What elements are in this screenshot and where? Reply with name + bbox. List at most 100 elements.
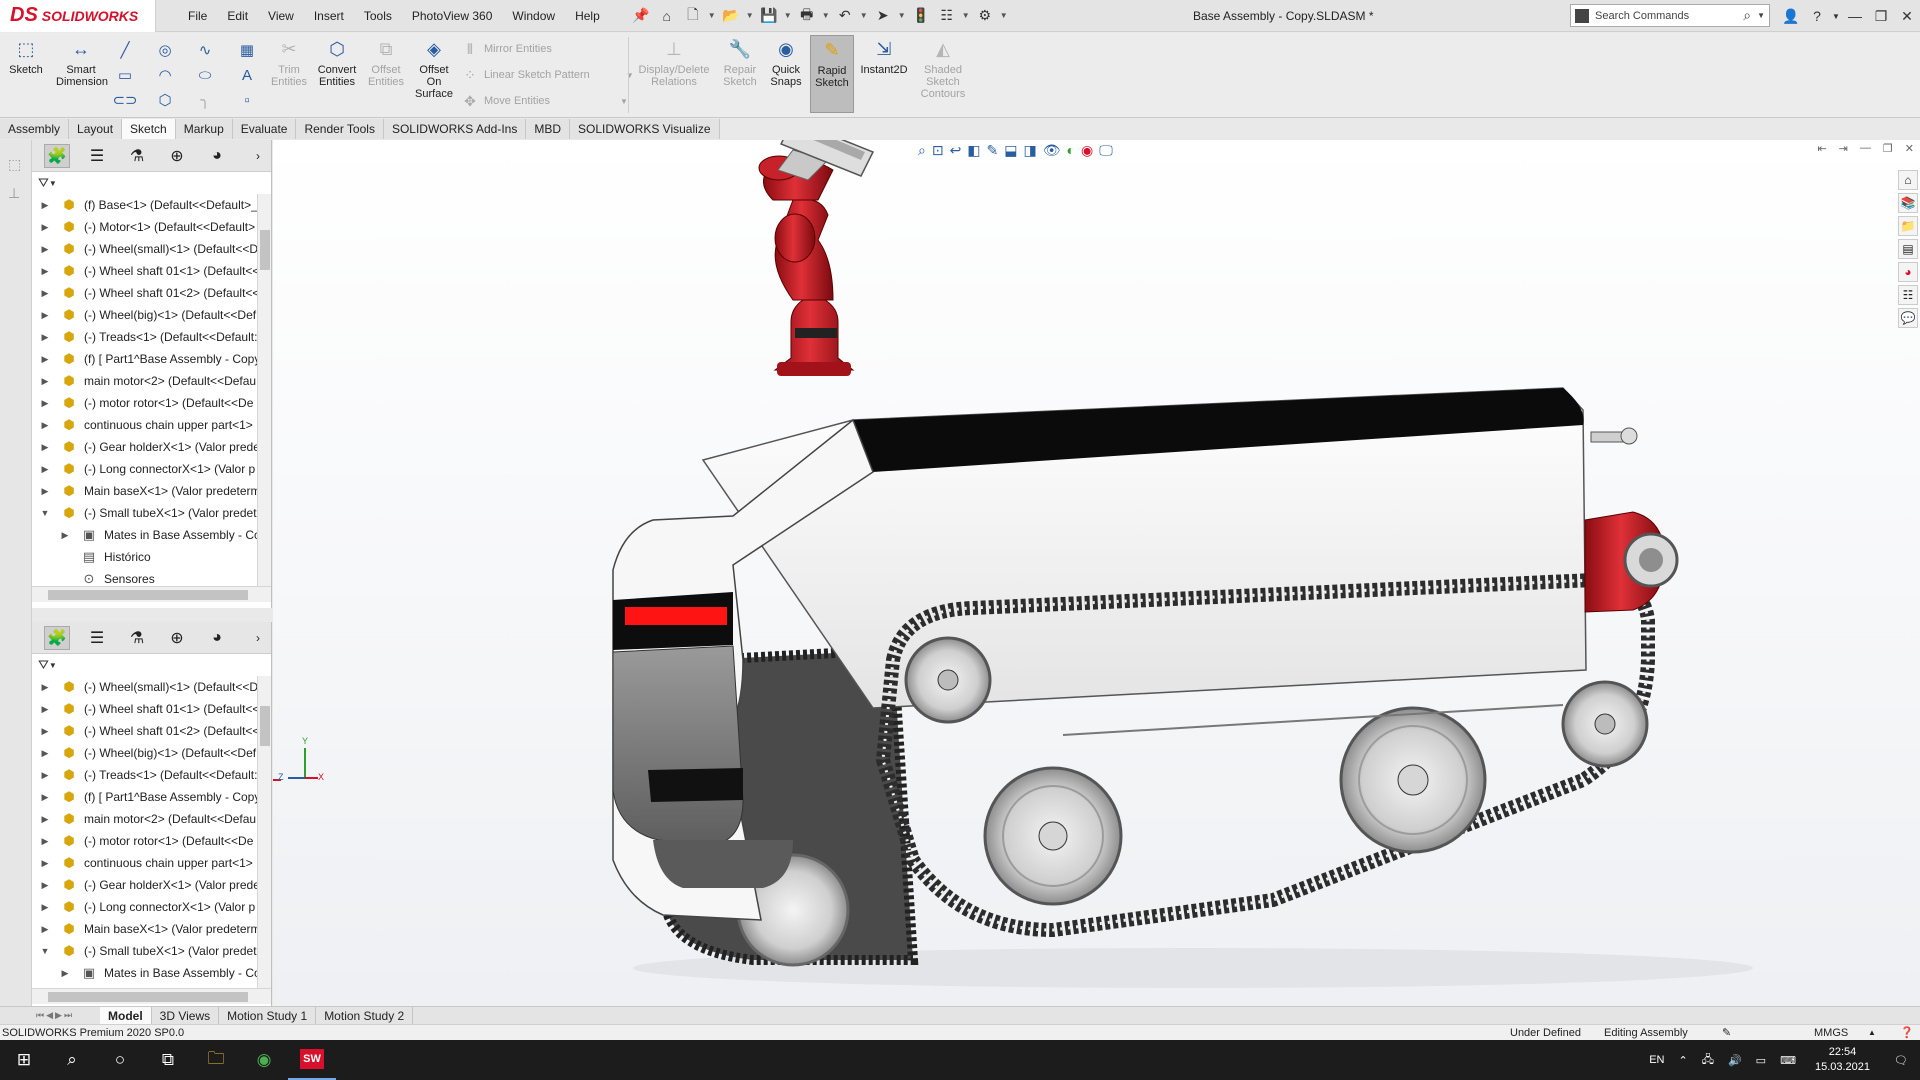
expand-arrow-icon[interactable]: ▶ bbox=[38, 858, 52, 869]
scroll-thumb[interactable] bbox=[260, 706, 270, 746]
tree-subitem[interactable]: ▤ Histórico bbox=[32, 546, 271, 568]
display-style-icon[interactable]: ◨ bbox=[1024, 142, 1037, 159]
tree-item[interactable]: ▶ ⬢ (-) Wheel shaft 01<2> (Default<< bbox=[32, 282, 271, 304]
traffic-light-icon[interactable]: 🚦 bbox=[910, 5, 932, 27]
text-icon[interactable]: A bbox=[236, 64, 258, 86]
file-properties-icon[interactable]: ☷ bbox=[936, 5, 958, 27]
expand-arrow-icon[interactable]: ▶ bbox=[38, 924, 52, 935]
menu-help[interactable]: Help bbox=[565, 0, 610, 32]
expand-arrow-icon[interactable]: ▶ bbox=[38, 682, 52, 693]
forum-icon[interactable]: 💬 bbox=[1898, 308, 1918, 328]
tree-item[interactable]: ▶ ⬢ (-) Wheel(big)<1> (Default<<Def bbox=[32, 742, 271, 764]
menu-view[interactable]: View bbox=[258, 0, 304, 32]
tree-item[interactable]: ▶ ⬢ (-) motor rotor<1> (Default<<De bbox=[32, 392, 271, 414]
resources-home-icon[interactable]: ⌂ bbox=[1898, 170, 1918, 190]
tab-visualize[interactable]: SOLIDWORKS Visualize bbox=[570, 119, 720, 139]
more-tabs-chevron-icon[interactable]: › bbox=[251, 626, 265, 650]
network-icon[interactable]: 🖧 bbox=[1695, 1051, 1721, 1070]
properties-dropdown-icon[interactable]: ▼ bbox=[962, 11, 970, 20]
search-input[interactable]: Search Commands bbox=[1595, 10, 1689, 22]
expand-arrow-icon[interactable]: ▶ bbox=[38, 464, 52, 475]
tree-item[interactable]: ▶ ⬢ (-) motor rotor<1> (Default<<De bbox=[32, 830, 271, 852]
expand-arrow-icon[interactable]: ▶ bbox=[58, 968, 72, 979]
expand-arrow-icon[interactable]: ▶ bbox=[38, 726, 52, 737]
tree-item[interactable]: ▶ ⬢ (f) [ Part1^Base Assembly - Copy bbox=[32, 786, 271, 808]
tree-filter[interactable]: ⛛ ▼ bbox=[32, 172, 271, 194]
clock[interactable]: 22:54 15.03.2021 bbox=[1803, 1045, 1882, 1075]
section-view-icon[interactable]: ◧ bbox=[967, 142, 980, 159]
first-tab-icon[interactable]: ⏮ bbox=[36, 1010, 44, 1021]
view-orientation-icon[interactable]: ⬓ bbox=[1004, 142, 1017, 159]
viewport-minimize-icon[interactable]: — bbox=[1860, 142, 1871, 155]
expand-arrow-icon[interactable]: ▶ bbox=[38, 420, 52, 431]
new-dropdown-icon[interactable]: ▼ bbox=[708, 11, 716, 20]
design-library-icon[interactable]: 📚 bbox=[1898, 193, 1918, 213]
expand-arrow-icon[interactable]: ▶ bbox=[38, 814, 52, 825]
filter-icon[interactable]: ⛛ bbox=[38, 175, 49, 191]
solidworks-taskbar-icon[interactable]: SW bbox=[288, 1040, 336, 1080]
tree-subitem[interactable]: ▶ ▣ Mates in Base Assembly - Co bbox=[32, 962, 271, 984]
tree-vertical-scrollbar[interactable] bbox=[257, 676, 271, 988]
expand-arrow-icon[interactable]: ▶ bbox=[38, 200, 52, 211]
task-view-icon[interactable]: ⧉ bbox=[144, 1040, 192, 1080]
expand-arrow-icon[interactable]: ▶ bbox=[38, 244, 52, 255]
select-arrow-icon[interactable]: ➤ bbox=[872, 5, 894, 27]
instant2d-button[interactable]: ⇲ Instant2D bbox=[858, 37, 910, 76]
tab-assembly[interactable]: Assembly bbox=[0, 119, 70, 139]
open-folder-icon[interactable]: 📂 bbox=[720, 5, 742, 27]
spline-icon[interactable]: ∿ bbox=[194, 39, 216, 61]
windows-start-icon[interactable]: ⊞ bbox=[0, 1040, 48, 1080]
tree-item[interactable]: ▶ ⬢ continuous chain upper part<1> bbox=[32, 414, 271, 436]
keyboard-icon[interactable]: ⌨ bbox=[1773, 1054, 1803, 1067]
tree-item[interactable]: ▶ ⬢ (-) Wheel(small)<1> (Default<<D bbox=[32, 676, 271, 698]
restore-icon[interactable]: ❐ bbox=[1868, 8, 1894, 25]
tab-motion-study-2[interactable]: Motion Study 2 bbox=[316, 1006, 414, 1025]
tree-item[interactable]: ▶ ⬢ (-) Treads<1> (Default<<Default: bbox=[32, 764, 271, 786]
display-manager-icon[interactable]: ◕ bbox=[204, 626, 230, 650]
filter-icon[interactable]: ⛛ bbox=[38, 657, 49, 673]
zoom-to-area-icon[interactable]: ⊡ bbox=[932, 142, 944, 159]
unit-system[interactable]: MMGS bbox=[1814, 1025, 1848, 1041]
save-dropdown-icon[interactable]: ▼ bbox=[784, 11, 792, 20]
pattern-dropdown-icon[interactable]: ▼ bbox=[626, 71, 634, 80]
dimxpert-icon[interactable]: ⊕ bbox=[164, 144, 190, 168]
offset-entities-button[interactable]: ⧉ Offset Entities bbox=[362, 37, 410, 88]
filter-dropdown-icon[interactable]: ▼ bbox=[49, 179, 57, 188]
pin-icon[interactable]: 📌 bbox=[630, 5, 652, 27]
ellipse-icon[interactable]: ⬭ bbox=[194, 64, 216, 86]
tree-item[interactable]: ▶ ⬢ main motor<2> (Default<<Defau bbox=[32, 808, 271, 830]
tree-vertical-scrollbar[interactable] bbox=[257, 194, 271, 586]
battery-icon[interactable]: ▭ bbox=[1749, 1054, 1773, 1067]
sketch-button[interactable]: ⬚ Sketch bbox=[6, 37, 46, 76]
last-tab-icon[interactable]: ⏭ bbox=[64, 1010, 72, 1021]
expand-arrow-icon[interactable]: ▶ bbox=[38, 288, 52, 299]
help-tip-icon[interactable]: ❓ bbox=[1900, 1025, 1914, 1041]
menu-tools[interactable]: Tools bbox=[354, 0, 402, 32]
menu-file[interactable]: File bbox=[178, 0, 217, 32]
tree-item[interactable]: ▶ ⬢ (-) Long connectorX<1> (Valor p bbox=[32, 896, 271, 918]
expand-arrow-icon[interactable]: ▶ bbox=[38, 704, 52, 715]
close-icon[interactable]: ✕ bbox=[1894, 8, 1920, 25]
tab-mbd[interactable]: MBD bbox=[526, 119, 570, 139]
slot-icon[interactable]: ⊂⊃ bbox=[112, 89, 137, 111]
line-icon[interactable]: ╱ bbox=[114, 39, 136, 61]
expand-arrow-icon[interactable]: ▶ bbox=[38, 332, 52, 343]
tree-horizontal-scrollbar[interactable] bbox=[32, 586, 271, 602]
tree-item[interactable]: ▶ ⬢ main motor<2> (Default<<Defau bbox=[32, 370, 271, 392]
tab-3d-views[interactable]: 3D Views bbox=[152, 1006, 220, 1025]
tree-item[interactable]: ▶ ⬢ (f) [ Part1^Base Assembly - Copy bbox=[32, 348, 271, 370]
home-icon[interactable]: ⌂ bbox=[656, 5, 678, 27]
search-commands[interactable]: Search Commands ⌕ ▼ bbox=[1570, 4, 1770, 27]
tree-subitem[interactable]: ▶ ▣ Mates in Base Assembly - Co bbox=[32, 524, 271, 546]
expand-arrow-icon[interactable]: ▶ bbox=[38, 770, 52, 781]
trim-entities-button[interactable]: ✂ Trim Entities bbox=[268, 37, 310, 88]
collapse-arrow-icon[interactable]: ▼ bbox=[38, 508, 52, 518]
print-icon[interactable]: 🖶 bbox=[796, 5, 818, 27]
user-icon[interactable]: 👤 bbox=[1778, 8, 1804, 25]
expand-arrow-icon[interactable]: ▶ bbox=[38, 486, 52, 497]
featuremanager-tree-icon[interactable]: 🧩 bbox=[44, 143, 70, 168]
viewport-restore-icon[interactable]: ❐ bbox=[1883, 142, 1893, 155]
propertymanager-icon[interactable]: ☰ bbox=[84, 144, 110, 168]
tab-addins[interactable]: SOLIDWORKS Add-Ins bbox=[383, 119, 527, 139]
expand-arrow-icon[interactable]: ▶ bbox=[38, 880, 52, 891]
